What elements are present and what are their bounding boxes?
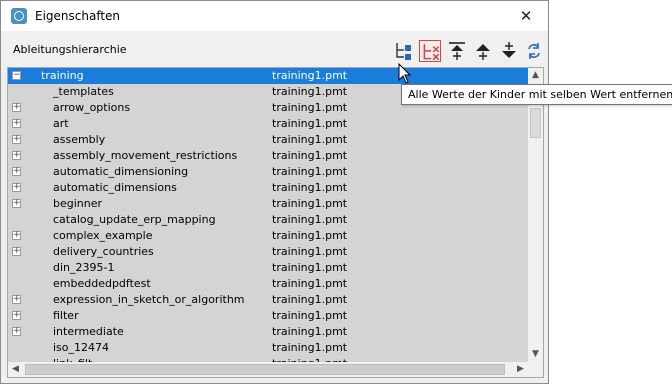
tree-row-file: training1.pmt <box>272 85 348 98</box>
scroll-down-icon[interactable]: ▼ <box>528 347 543 362</box>
tree-row-file: training1.pmt <box>272 69 348 82</box>
tree-row-name: beginner <box>53 197 103 210</box>
tree-row[interactable]: + expression_in_sketch_or_algorithm traini… <box>8 292 528 308</box>
tree-row-name: arrow_options <box>53 101 131 114</box>
tree-row[interactable]: + art training1.pmt <box>8 116 528 132</box>
tree-row-name: intermediate <box>53 325 124 338</box>
tree-row-file: training1.pmt <box>272 149 348 162</box>
tree-row-file: training1.pmt <box>272 133 348 146</box>
horizontal-scroll-thumb[interactable] <box>25 364 505 375</box>
tree-row-name: art <box>53 117 69 130</box>
refresh-icon <box>528 43 540 59</box>
refresh-button[interactable] <box>523 40 545 62</box>
tree-row-name: complex_example <box>53 229 153 242</box>
tree-row-name: embeddedpdftest <box>53 277 151 290</box>
tree-row[interactable]: embeddedpdftest training1.pmt <box>8 276 528 292</box>
title-bar: Eigenschaften ✕ <box>1 1 548 31</box>
tree-row-name: filter <box>53 309 79 322</box>
scroll-up-icon[interactable]: ▲ <box>528 68 543 83</box>
expand-icon[interactable]: + <box>12 103 21 112</box>
expand-icon[interactable]: + <box>12 167 21 176</box>
tree-row-file: training1.pmt <box>272 197 348 210</box>
toolbar: Ableitungshierarchie <box>1 31 548 65</box>
vertical-scroll-thumb[interactable] <box>530 108 541 138</box>
expand-icon[interactable]: + <box>12 231 21 240</box>
expand-icon[interactable]: + <box>12 151 21 160</box>
tree-row[interactable]: + filter training1.pmt <box>8 308 528 324</box>
tree-row-name: _templates <box>53 85 114 98</box>
window-title: Eigenschaften <box>35 9 121 23</box>
expand-icon[interactable]: + <box>12 183 21 192</box>
remove-same-values-button[interactable] <box>419 40 441 62</box>
close-button[interactable]: ✕ <box>506 1 546 31</box>
hierarchy-diff-icon <box>396 43 411 60</box>
tree-row-name: delivery_countries <box>53 245 154 258</box>
scroll-right-icon[interactable]: ▶ <box>513 362 528 377</box>
tree-row-file: training1.pmt <box>272 261 348 274</box>
tree-row[interactable]: + automatic_dimensions training1.pmt <box>8 180 528 196</box>
tree-row-file: training1.pmt <box>272 229 348 242</box>
tree-row-file: training1.pmt <box>272 213 348 226</box>
tree-row-file: training1.pmt <box>272 245 348 258</box>
tree-row[interactable]: + assembly_movement_restrictions training1… <box>8 148 528 164</box>
tree-row[interactable]: din_2395-1 training1.pmt <box>8 260 528 276</box>
tree-row-name: assembly <box>53 133 106 146</box>
expand-icon[interactable]: + <box>12 295 21 304</box>
tree-row[interactable]: − training training1.pmt <box>8 68 528 84</box>
move-up-icon <box>476 44 490 60</box>
properties-window: Eigenschaften ✕ Ableitungshierarchie − t… <box>0 0 549 384</box>
tree-row[interactable]: + automatic_dimensioning training1.pmt <box>8 164 528 180</box>
move-down-button[interactable] <box>498 40 520 62</box>
expand-icon[interactable]: + <box>12 119 21 128</box>
tree-row-name: din_2395-1 <box>53 261 115 274</box>
vertical-scrollbar[interactable]: ▲ ▼ <box>528 68 543 362</box>
tree-row-name: training <box>41 69 84 82</box>
tree-row[interactable]: + complex_example training1.pmt <box>8 228 528 244</box>
move-top-icon <box>449 42 465 60</box>
collapse-icon[interactable]: − <box>12 71 21 80</box>
tree-row-name: expression_in_sketch_or_algorithm <box>53 293 245 306</box>
mouse-cursor-icon <box>398 63 412 85</box>
tree-row[interactable]: + assembly training1.pmt <box>8 132 528 148</box>
tree-row[interactable]: + delivery_countries training1.pmt <box>8 244 528 260</box>
derivation-tree: − training training1.pmt _templates training… <box>7 67 544 378</box>
horizontal-scrollbar[interactable]: ◀ ▶ <box>8 362 528 377</box>
scroll-left-icon[interactable]: ◀ <box>8 362 23 377</box>
tree-row-name: automatic_dimensioning <box>53 165 189 178</box>
tree-row[interactable]: iso_12474 training1.pmt <box>8 340 528 356</box>
expand-icon[interactable]: + <box>12 247 21 256</box>
expand-icon[interactable]: + <box>12 199 21 208</box>
tree-row-name: iso_12474 <box>53 341 110 354</box>
move-down-icon <box>502 42 516 58</box>
tree-row-name: automatic_dimensions <box>53 181 177 194</box>
tree-row-file: training1.pmt <box>272 165 348 178</box>
tree-row-file: training1.pmt <box>272 117 348 130</box>
tree-row-name: assembly_movement_restrictions <box>53 149 238 162</box>
toolbar-label: Ableitungshierarchie <box>13 43 127 56</box>
properties-icon <box>11 8 27 24</box>
expand-icon[interactable]: + <box>12 327 21 336</box>
move-up-button[interactable] <box>472 40 494 62</box>
expand-icon[interactable]: + <box>12 311 21 320</box>
tree-row-file: training1.pmt <box>272 341 348 354</box>
move-top-button[interactable] <box>446 40 468 62</box>
scroll-corner <box>528 362 543 377</box>
tree-row-name: catalog_update_erp_mapping <box>53 213 216 226</box>
tree-row-file: training1.pmt <box>272 309 348 322</box>
tooltip: Alle Werte der Kinder mit selben Wert en… <box>401 84 672 105</box>
tree-row-file: training1.pmt <box>272 277 348 290</box>
tree-row-file: training1.pmt <box>272 181 348 194</box>
tree-row[interactable]: + beginner training1.pmt <box>8 196 528 212</box>
tree-row[interactable]: catalog_update_erp_mapping training1.pmt <box>8 212 528 228</box>
tree-row-file: training1.pmt <box>272 293 348 306</box>
show-differences-button[interactable] <box>392 40 414 62</box>
tree-row-file: training1.pmt <box>272 325 348 338</box>
tree-row[interactable]: + intermediate training1.pmt <box>8 324 528 340</box>
tree-row-file: training1.pmt <box>272 101 348 114</box>
expand-icon[interactable]: + <box>12 135 21 144</box>
remove-values-icon <box>423 44 440 61</box>
